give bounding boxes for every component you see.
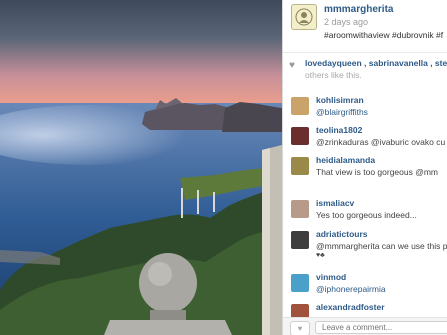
comment-input[interactable] (315, 321, 447, 334)
commenter-avatar[interactable] (291, 200, 309, 218)
comment-item: adriatictours @mmmargherita can we use t… (283, 226, 447, 266)
owner-avatar-icon (295, 8, 313, 26)
commenter-avatar[interactable] (291, 157, 309, 175)
comment-text: @mmmargherita can we use this p (316, 241, 447, 251)
comment-item: heidialamanda That view is too gorgeous … (283, 152, 447, 192)
post-caption: #aroomwithaview #dubrovnik #f (324, 30, 444, 40)
post-header: mmmargherita 2 days ago #aroomwithaview … (283, 0, 447, 48)
like-button-icon: ♥ (297, 324, 303, 333)
likers-suffix: others like this. (305, 70, 362, 80)
comment-text: @iphonerepairmia (316, 284, 386, 294)
commenter-avatar[interactable] (291, 231, 309, 249)
likes-row: ♥ lovedayqueen , sabrinavanella , ste ot… (283, 52, 447, 85)
post-photo[interactable] (0, 0, 282, 335)
comment-text: That view is too gorgeous @mm (316, 167, 439, 177)
comment-username[interactable]: adriatictours (316, 229, 368, 239)
dubrovnik-sunset-photo (0, 0, 282, 335)
comment-username[interactable]: vinmod (316, 272, 346, 282)
heart-icon: ♥ (289, 60, 295, 71)
comment-username[interactable]: ismaliacv (316, 198, 354, 208)
comment-text: @blairgriffiths (316, 107, 368, 117)
comment-bar: ♥ (283, 317, 447, 335)
post-timestamp: 2 days ago (324, 17, 369, 27)
commenter-avatar[interactable] (291, 97, 309, 115)
comment-text: @zrinkaduras @ivaburic ovako cu (316, 137, 446, 147)
comment-username[interactable]: alexandradfoster (316, 302, 385, 312)
comment-text: Yes too gorgeous indeed... (316, 210, 417, 220)
likers-list[interactable]: lovedayqueen , sabrinavanella , ste (305, 58, 447, 68)
owner-avatar[interactable] (291, 4, 317, 30)
like-button[interactable]: ♥ (290, 321, 310, 335)
post-sidebar: mmmargherita 2 days ago #aroomwithaview … (282, 0, 447, 335)
comment-emoji: ♥♣ (316, 252, 325, 259)
comment-username[interactable]: teolina1802 (316, 125, 362, 135)
commenter-avatar[interactable] (291, 274, 309, 292)
comment-username[interactable]: kohlisimran (316, 95, 364, 105)
owner-username[interactable]: mmmargherita (324, 4, 393, 15)
commenter-avatar[interactable] (291, 127, 309, 145)
comment-username[interactable]: heidialamanda (316, 155, 375, 165)
